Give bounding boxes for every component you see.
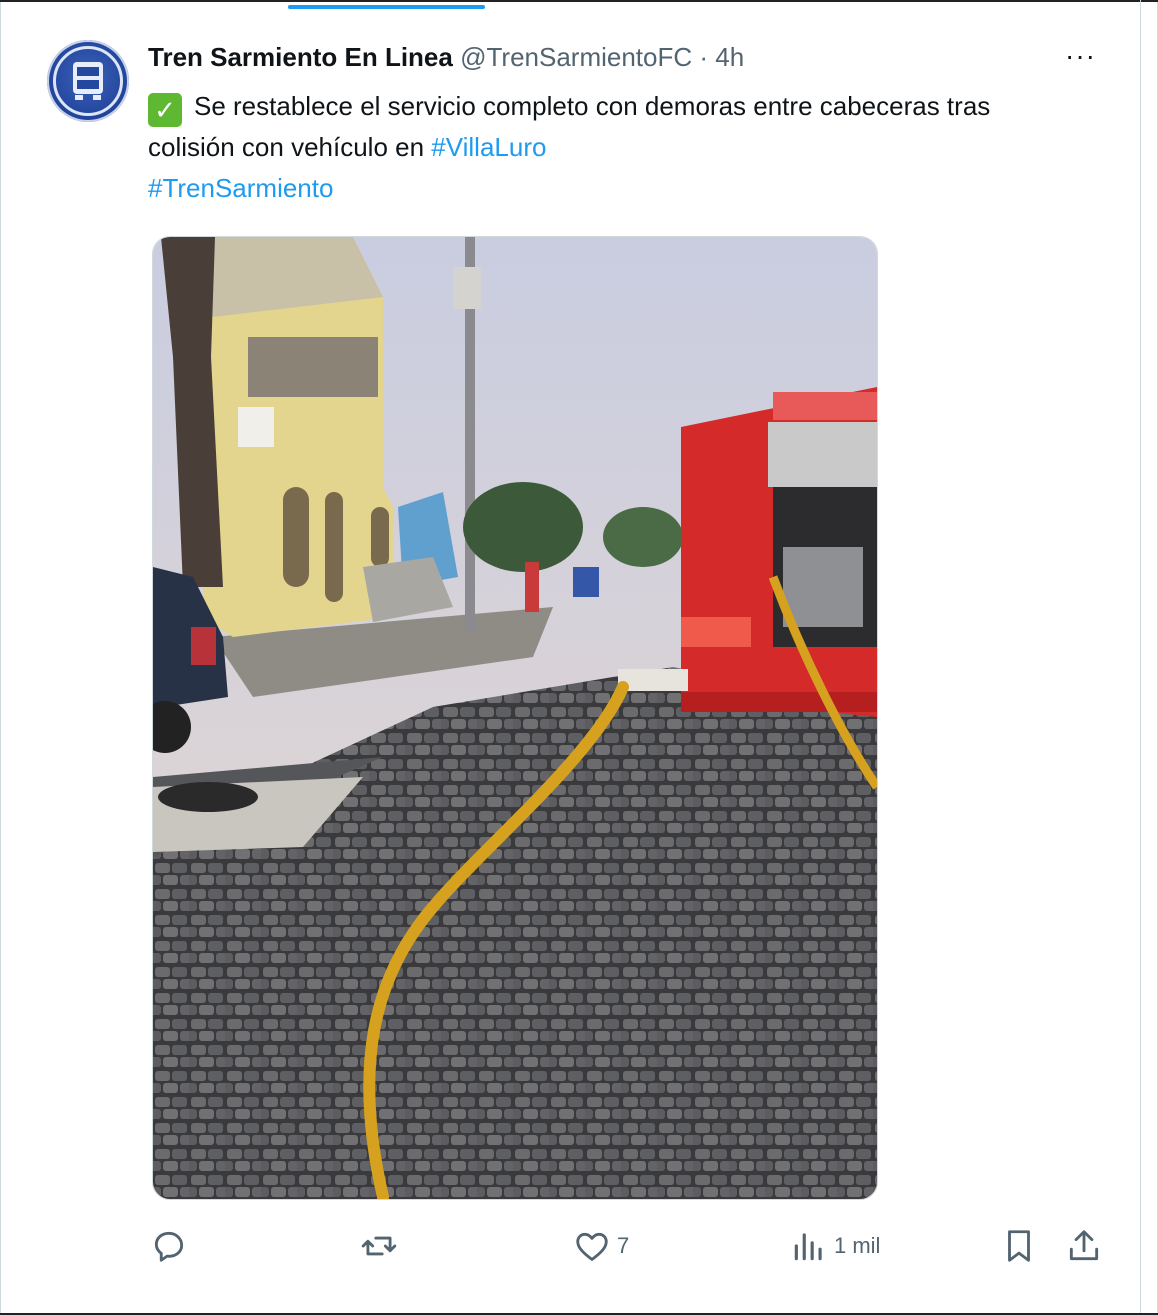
repost-icon [361,1236,397,1256]
tweet-actions: 7 1 mil [0,1222,1140,1272]
window-bottom-edge [0,1313,1158,1315]
author-name[interactable]: Tren Sarmiento En Linea [148,42,453,72]
heart-icon [576,1232,608,1261]
repost-button[interactable] [360,1222,404,1270]
hashtag-trensarmiento[interactable]: #TrenSarmiento [148,173,333,203]
train-logo-icon [73,62,103,100]
column-divider [1140,0,1141,1316]
window-top-edge [0,0,1158,2]
hashtag-villaluro[interactable]: #VillaLuro [431,132,546,162]
bookmark-button[interactable] [1000,1222,1038,1270]
reply-icon [154,1231,184,1262]
like-button[interactable]: 7 [573,1222,629,1270]
share-icon [1069,1230,1099,1261]
views-icon [794,1233,822,1261]
author-handle[interactable]: @TrenSarmientoFC [460,42,692,72]
tweet-photo[interactable] [152,236,878,1200]
reply-button[interactable] [150,1222,194,1270]
timestamp[interactable]: 4h [715,42,744,72]
like-count: 7 [617,1233,630,1258]
check-mark-icon: ✓ [148,93,182,127]
tweet-text: ✓ Se restablece el servicio completo con … [148,86,1028,209]
tweet-body: Se restablece el servicio completo con d… [148,91,991,162]
active-tab-indicator [288,5,485,9]
street-scene-image [153,237,877,1199]
share-button[interactable] [1065,1222,1103,1270]
views-button[interactable]: 1 mil [790,1222,880,1270]
tweet-header: Tren Sarmiento En Linea @TrenSarmientoFC… [148,42,744,73]
header-separator: · [699,42,709,72]
bookmark-icon [1008,1230,1030,1262]
views-count: 1 mil [834,1233,881,1258]
more-options-icon[interactable]: ··· [1065,42,1105,70]
avatar[interactable] [47,40,129,122]
